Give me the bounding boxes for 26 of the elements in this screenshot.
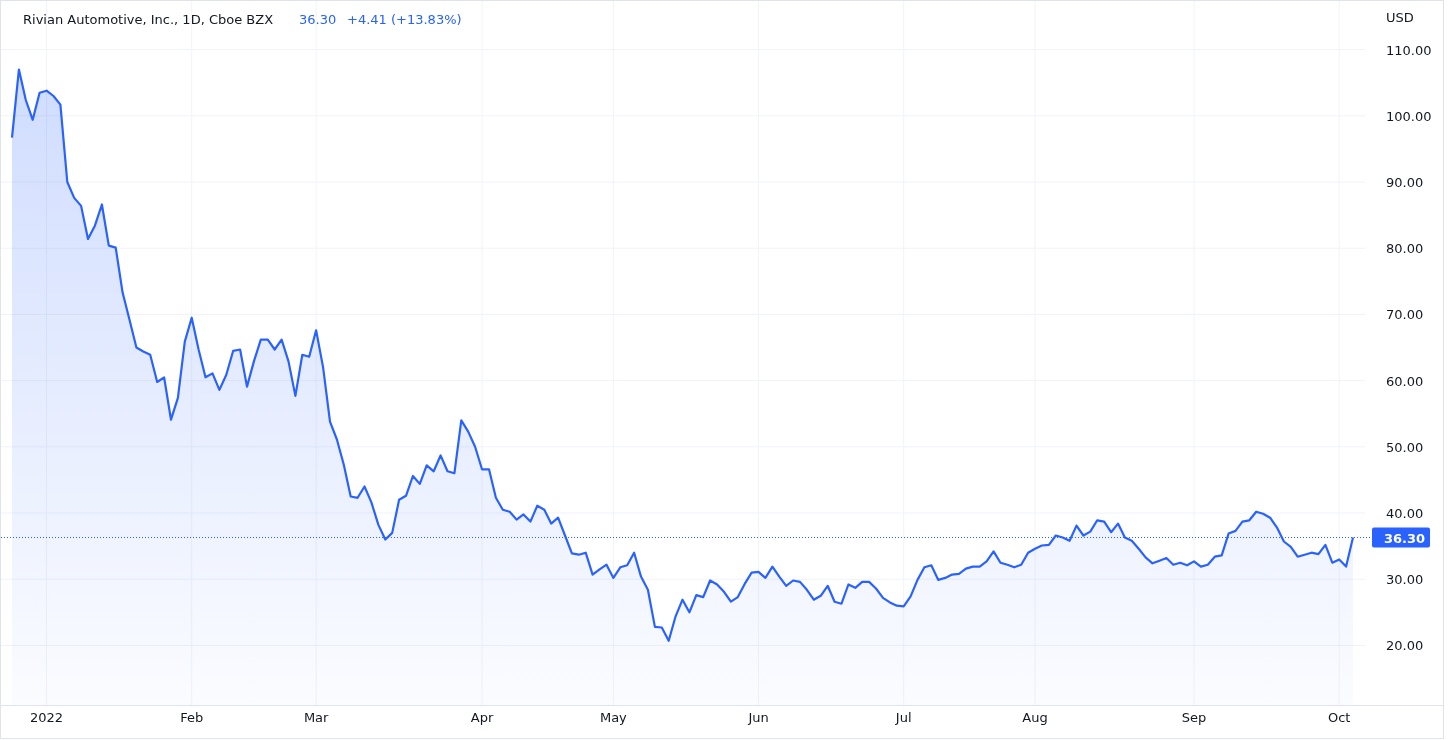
x-axis-label: Jun [748,710,769,725]
price-change: +4.41 (+13.83%) [347,12,462,27]
currency-label: USD [1386,10,1414,25]
y-axis-label: 70.00 [1386,307,1424,323]
y-axis-label: 110.00 [1386,42,1432,58]
x-axis-label: Sep [1181,710,1207,725]
ref-line-label: 36.30 [1384,530,1426,546]
y-axis-label: 100.00 [1386,108,1432,124]
y-axis-label: 90.00 [1386,175,1424,191]
x-axis-label: Oct [1327,710,1351,725]
y-axis-label: 20.00 [1386,638,1424,654]
symbol-title: Rivian Automotive, Inc., 1D, Cboe BZX [23,12,274,27]
x-axis-label: Apr [470,710,494,725]
last-price-tag: 36.30 [1372,527,1430,548]
y-axis-label: 80.00 [1386,241,1424,257]
last-price: 36.30 [299,12,337,27]
x-axis-label: 2022 [30,710,64,725]
x-axis-label: May [599,710,627,725]
y-axis-label: 40.00 [1386,506,1424,522]
y-axis-label: 50.00 [1386,439,1424,455]
x-axis-label: Jul [895,710,912,725]
y-axis-label: 60.00 [1386,373,1424,389]
x-axis-label: Mar [303,710,329,725]
x-axis-label: Aug [1022,710,1048,725]
x-axis-label: Feb [180,710,204,725]
y-axis-label: 30.00 [1386,572,1424,588]
